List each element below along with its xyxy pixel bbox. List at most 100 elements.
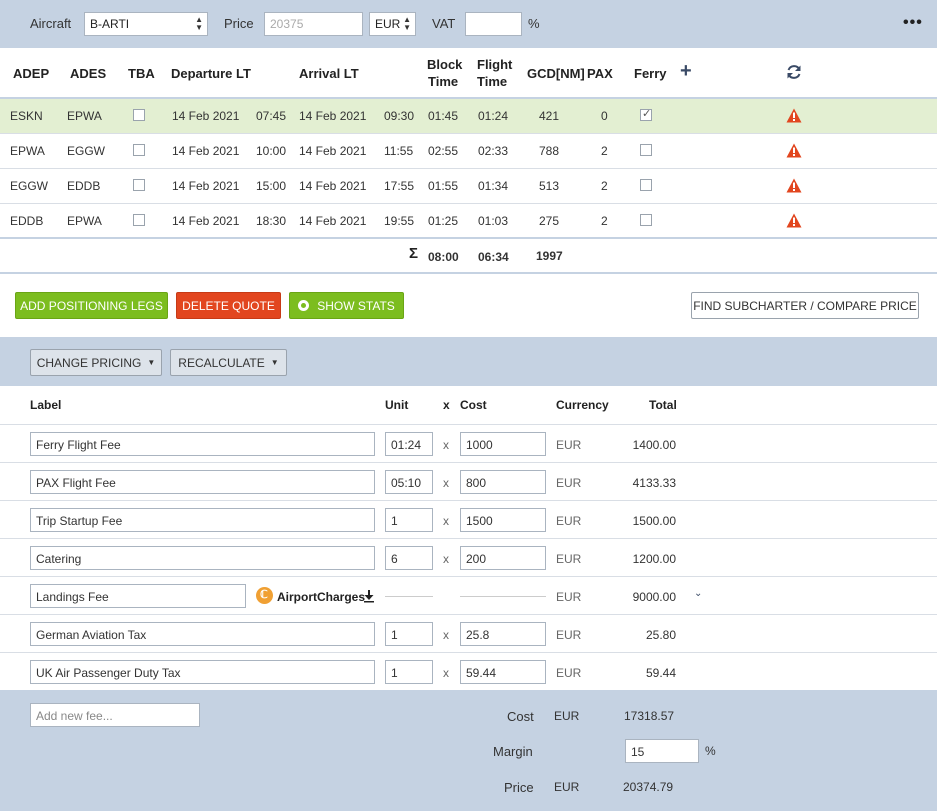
leg-arrival-date[interactable]: 14 Feb 2021: [299, 144, 366, 158]
leg-pax[interactable]: 2: [601, 179, 608, 193]
fee-cost-input[interactable]: 1500: [460, 508, 546, 532]
tba-checkbox[interactable]: [133, 144, 145, 156]
refresh-icon[interactable]: [785, 63, 803, 81]
aircraft-select[interactable]: B-ARTI ▲ ▼: [84, 12, 208, 36]
leg-pax[interactable]: 2: [601, 144, 608, 158]
fee-label-input[interactable]: Landings Fee: [30, 584, 246, 608]
leg-ades[interactable]: EPWA: [67, 109, 102, 123]
recalculate-button[interactable]: RECALCULATE ▼: [170, 349, 287, 376]
fee-cost-input[interactable]: 25.8: [460, 622, 546, 646]
warning-icon[interactable]: [786, 143, 802, 158]
col-block-1: Block: [427, 57, 463, 72]
total-block-time: 08:00: [428, 250, 459, 264]
warning-icon[interactable]: [786, 213, 802, 228]
fee-unit-input[interactable]: 05:10: [385, 470, 433, 494]
fee-total: 4133.33: [632, 476, 676, 490]
currency-select[interactable]: EUR ▲ ▼: [369, 12, 416, 36]
add-leg-plus-icon[interactable]: +: [680, 60, 692, 83]
fee-unit-input[interactable]: 6: [385, 546, 433, 570]
leg-arrival-date[interactable]: 14 Feb 2021: [299, 214, 366, 228]
warning-icon[interactable]: [786, 178, 802, 193]
ferry-checkbox[interactable]: [640, 214, 652, 226]
divider: [0, 652, 937, 653]
leg-ades[interactable]: EDDB: [67, 179, 100, 193]
fee-cost-input[interactable]: 59.44: [460, 660, 546, 684]
leg-departure-time[interactable]: 07:45: [256, 109, 286, 123]
fee-total: 25.80: [645, 628, 676, 642]
leg-adep[interactable]: ESKN: [10, 109, 43, 123]
leg-ades[interactable]: EPWA: [67, 214, 102, 228]
download-icon[interactable]: [363, 589, 375, 603]
aircraft-label: Aircraft: [30, 16, 72, 31]
tba-checkbox[interactable]: [133, 214, 145, 226]
leg-pax[interactable]: 0: [601, 109, 608, 123]
leg-arrival-time[interactable]: 19:55: [384, 214, 414, 228]
fee-unit-input[interactable]: 01:24: [385, 432, 433, 456]
leg-arrival-date[interactable]: 14 Feb 2021: [299, 179, 366, 193]
fee-unit-input[interactable]: 1: [385, 660, 433, 684]
fee-currency: EUR: [556, 476, 582, 490]
leg-departure-date[interactable]: 14 Feb 2021: [172, 144, 239, 158]
leg-gcd: 421: [539, 109, 560, 123]
tba-checkbox[interactable]: [133, 179, 145, 191]
leg-arrival-time[interactable]: 11:55: [384, 144, 413, 158]
ferry-checkbox[interactable]: ✓: [640, 108, 652, 121]
fee-unit-input[interactable]: 1: [385, 622, 433, 646]
margin-input[interactable]: 15: [625, 739, 699, 763]
leg-departure-time[interactable]: 18:30: [256, 214, 286, 228]
leg-departure-time[interactable]: 15:00: [256, 179, 286, 193]
fee-label-input[interactable]: PAX Flight Fee: [30, 470, 375, 494]
fee-label-input[interactable]: UK Air Passenger Duty Tax: [30, 660, 375, 684]
leg-pax[interactable]: 2: [601, 214, 608, 228]
cost-currency: EUR: [554, 709, 580, 723]
col-adep: ADEP: [13, 66, 50, 81]
leg-block-time: 01:25: [428, 214, 459, 228]
fee-currency: EUR: [556, 514, 582, 528]
vat-input[interactable]: [465, 12, 522, 36]
leg-departure-time[interactable]: 10:00: [256, 144, 286, 158]
fee-unit-input[interactable]: 1: [385, 508, 433, 532]
leg-ades[interactable]: EGGW: [67, 144, 105, 158]
add-new-fee-input[interactable]: Add new fee...: [30, 703, 200, 727]
fee-label-input[interactable]: Ferry Flight Fee: [30, 432, 375, 456]
col-arrival: Arrival LT: [299, 66, 359, 81]
leg-adep[interactable]: EPWA: [10, 144, 45, 158]
leg-departure-date[interactable]: 14 Feb 2021: [172, 109, 239, 123]
show-stats-label: SHOW STATS: [317, 298, 395, 313]
currency-value: EUR: [375, 17, 401, 31]
leg-gcd: 275: [539, 214, 560, 228]
caret-down-icon: ▼: [270, 358, 279, 367]
leg-arrival-time[interactable]: 09:30: [384, 109, 414, 123]
leg-adep[interactable]: EGGW: [10, 179, 48, 193]
add-positioning-legs-button[interactable]: ADD POSITIONING LEGS: [15, 292, 168, 319]
leg-adep[interactable]: EDDB: [10, 214, 43, 228]
change-pricing-button[interactable]: CHANGE PRICING ▼: [30, 349, 162, 376]
find-subcharter-button[interactable]: FIND SUBCHARTER / COMPARE PRICE: [691, 292, 919, 319]
ferry-checkbox[interactable]: [640, 179, 652, 191]
warning-icon[interactable]: [786, 108, 802, 123]
fee-label-input[interactable]: Catering: [30, 546, 375, 570]
fee-label-input[interactable]: German Aviation Tax: [30, 622, 375, 646]
stats-icon: [298, 300, 310, 311]
fee-cost-input[interactable]: 1000: [460, 432, 546, 456]
chevron-down-icon[interactable]: ⌄: [694, 588, 702, 599]
price-label: Price: [224, 16, 254, 31]
sigma-symbol: Σ: [409, 245, 419, 262]
fee-label-input[interactable]: Trip Startup Fee: [30, 508, 375, 532]
show-stats-button[interactable]: SHOW STATS: [289, 292, 404, 319]
leg-departure-date[interactable]: 14 Feb 2021: [172, 179, 239, 193]
delete-quote-button[interactable]: DELETE QUOTE: [176, 292, 281, 319]
col-flight-1: Flight: [477, 57, 513, 72]
fee-total: 1200.00: [632, 552, 676, 566]
ferry-checkbox[interactable]: [640, 144, 652, 156]
multiply-sign: x: [443, 514, 449, 528]
more-horizontal-icon[interactable]: •••: [903, 14, 923, 32]
fee-cost-input[interactable]: 200: [460, 546, 546, 570]
leg-departure-date[interactable]: 14 Feb 2021: [172, 214, 239, 228]
price-input[interactable]: 20375: [264, 12, 363, 36]
leg-arrival-date[interactable]: 14 Feb 2021: [299, 109, 366, 123]
leg-arrival-time[interactable]: 17:55: [384, 179, 414, 193]
price-currency: EUR: [554, 780, 580, 794]
fee-cost-input[interactable]: 800: [460, 470, 546, 494]
tba-checkbox[interactable]: [133, 109, 145, 121]
